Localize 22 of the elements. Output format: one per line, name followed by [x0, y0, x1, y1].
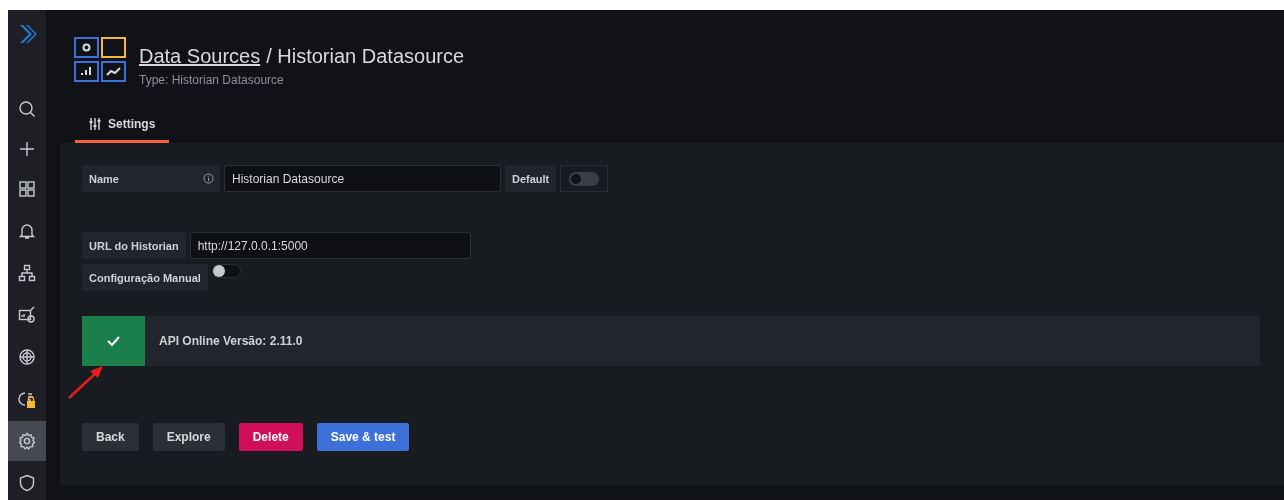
name-label: Name	[82, 165, 220, 192]
manual-config-label: Configuração Manual	[82, 264, 208, 291]
check-icon	[107, 336, 120, 346]
url-input[interactable]: http://127.0.0.1:5000	[189, 232, 471, 259]
delete-button[interactable]: Delete	[238, 423, 303, 451]
manual-config-toggle[interactable]	[211, 264, 241, 278]
url-label: URL do Historian	[82, 232, 186, 259]
name-input[interactable]: Historian Datasource	[224, 165, 501, 192]
page-subtitle: Type: Historian Datasource	[139, 73, 285, 87]
settings-icon[interactable]	[8, 421, 46, 461]
action-button[interactable]: Explore	[152, 423, 225, 451]
default-toggle[interactable]	[569, 171, 600, 186]
page-title: / Historian Datasource	[266, 45, 465, 68]
annotation-arrow	[67, 365, 105, 400]
datasource-icon	[74, 37, 126, 83]
info-icon[interactable]	[203, 173, 214, 184]
action-button[interactable]: Back	[82, 423, 139, 451]
default-label: Default	[505, 165, 557, 192]
sliders-icon	[89, 118, 101, 130]
save-button[interactable]: Save & test	[316, 423, 410, 451]
data-sources-link[interactable]: Data Sources	[139, 45, 261, 68]
alert-message: API Online Versão: 2.11.0	[159, 334, 303, 348]
